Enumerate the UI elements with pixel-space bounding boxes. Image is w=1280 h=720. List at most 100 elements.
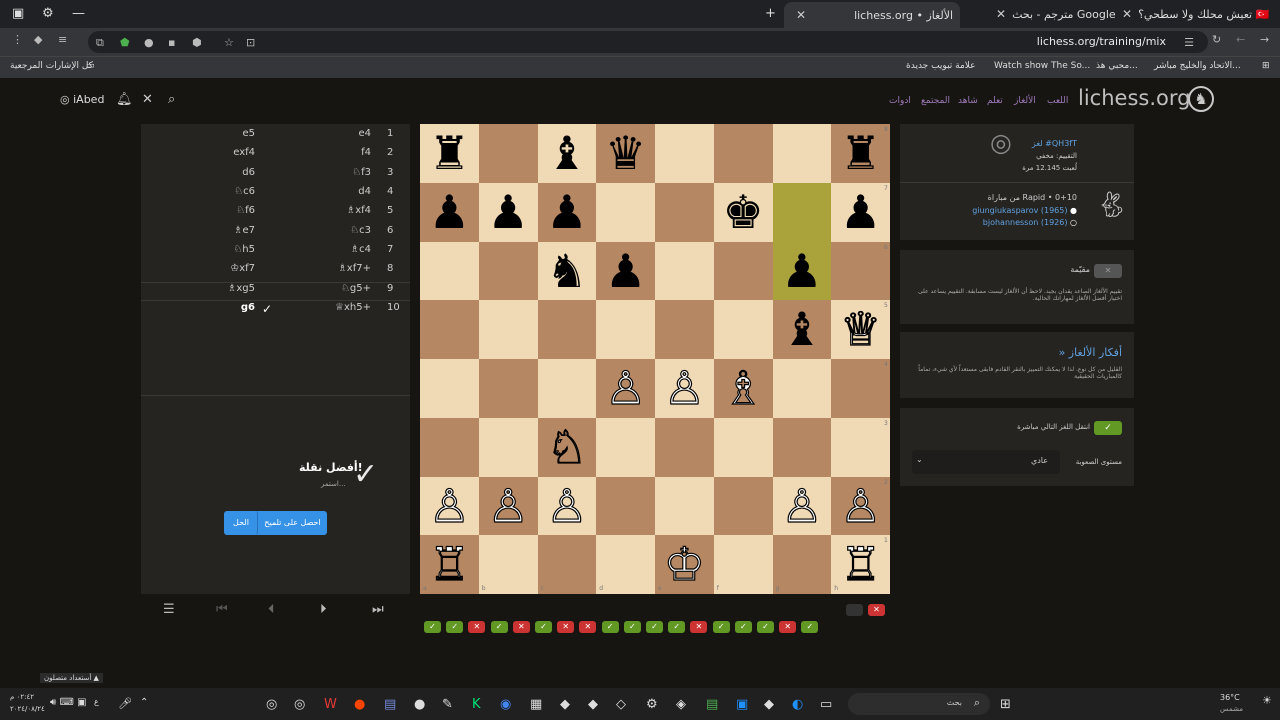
next-move-icon[interactable]: ⏵ [320, 602, 327, 617]
square-e2[interactable] [655, 476, 714, 536]
square-d7[interactable] [596, 182, 655, 242]
app-icon[interactable]: ✎ [442, 697, 453, 712]
reddit-icon[interactable]: ● [354, 697, 365, 712]
piece-a7[interactable]: ♟ [420, 183, 479, 242]
square-h6[interactable] [831, 241, 890, 301]
square-d5[interactable] [596, 300, 655, 359]
discord-icon[interactable]: ▤ [384, 697, 396, 712]
piece-h1[interactable]: ♖ [831, 535, 890, 594]
square-a6[interactable] [420, 241, 479, 301]
extension-icon[interactable]: ● [144, 36, 154, 49]
app-icon[interactable]: ◈ [676, 697, 686, 712]
address-bar[interactable]: ⧉ ⬟ ● ▪ ⬢ ☆ ⊡ lichess.org/training/mix ☰ [88, 31, 1208, 53]
extension-icon[interactable]: ⧉ [96, 36, 104, 50]
weather-icon[interactable]: ☀ [1262, 694, 1272, 707]
piece-b7[interactable]: ♟ [479, 183, 538, 242]
square-g1[interactable] [772, 535, 832, 594]
result-dot[interactable]: ✕ [868, 604, 885, 616]
app-icon[interactable]: ◇ [616, 697, 626, 712]
square-c1[interactable] [537, 535, 597, 594]
square-b4[interactable] [478, 359, 538, 418]
apps-icon[interactable]: ⊞ [1262, 61, 1270, 71]
first-move-icon[interactable]: ⏮ [216, 602, 228, 617]
close-icon[interactable]: ✕ [796, 8, 806, 22]
nav-puzzles[interactable]: الألغاز [1014, 96, 1036, 106]
piece-h7[interactable]: ♟ [831, 183, 890, 242]
piece-g2[interactable]: ♙ [773, 477, 832, 536]
app-icon[interactable]: W [324, 697, 337, 712]
rated-toggle[interactable]: ✕ [1094, 264, 1122, 278]
app-icon[interactable]: K [472, 697, 481, 712]
white-move[interactable]: ♕xh5+ [335, 302, 371, 313]
difficulty-select[interactable]: عادي ⌄ [912, 450, 1060, 474]
tab-search-icon[interactable]: ▣ [12, 6, 24, 21]
bookmark-item[interactable]: Watch show The So... [994, 61, 1090, 71]
notification-tag[interactable]: أستعداد متصلون ▲ [40, 673, 103, 683]
app-icon[interactable]: ◎ [294, 697, 305, 712]
player-black[interactable]: bjohannesson (1926) ○ [983, 218, 1077, 227]
search-icon[interactable]: ⌕ [168, 92, 175, 107]
black-move[interactable]: g6 [241, 302, 255, 313]
square-b1[interactable] [478, 535, 538, 594]
install-icon[interactable]: ⊡ [246, 36, 255, 49]
square-b5[interactable] [478, 300, 538, 359]
square-g8[interactable] [772, 124, 832, 183]
result-dot[interactable]: ✕ [557, 621, 575, 633]
white-move[interactable]: ♘c3 [350, 225, 371, 236]
black-move[interactable]: ♗e7 [234, 225, 255, 236]
puzzle-id[interactable]: لغز #QH3fT [1032, 139, 1077, 148]
menu-icon[interactable]: ☰ [163, 602, 175, 617]
bookmark-item[interactable]: علامة تبويب جديدة [906, 61, 976, 71]
result-dot[interactable]: ✓ [424, 621, 441, 633]
tab-lichess[interactable]: ✕ lichess.org • الألغاز [784, 2, 960, 28]
black-move[interactable]: e5 [242, 128, 255, 139]
extension-icon[interactable]: ⬢ [192, 36, 202, 49]
site-settings-icon[interactable]: ☰ [1184, 36, 1194, 49]
folder-icon[interactable]: ▭ [86, 61, 95, 71]
nav-play[interactable]: اللعب [1047, 96, 1068, 106]
result-dot[interactable]: ✓ [668, 621, 686, 633]
white-move[interactable]: f4 [361, 147, 371, 158]
bookmark-item[interactable]: الاتحاد والخليج مباشر... [1154, 61, 1241, 71]
app-icon[interactable]: ◆ [764, 697, 774, 712]
result-dot[interactable] [846, 604, 863, 616]
piece-c3[interactable]: ♘ [538, 418, 597, 477]
square-f8[interactable] [713, 124, 773, 183]
square-e8[interactable] [655, 124, 714, 183]
system-tray-icons[interactable]: 🔊︎ ⌨︎ ▣ [50, 697, 87, 708]
outlook-icon[interactable]: ▣ [736, 697, 748, 712]
square-b3[interactable] [478, 417, 538, 477]
tab-youtube[interactable]: ✕ تعيش محلك ولا سطحي؟ 🇹🇷 [1116, 4, 1269, 24]
taskview-icon[interactable]: ▭ [820, 697, 832, 712]
auto-next-toggle[interactable]: ✓ [1094, 421, 1122, 435]
black-move[interactable]: d6 [242, 167, 255, 178]
piece-g6[interactable]: ♟ [773, 242, 832, 301]
square-a4[interactable] [420, 359, 479, 418]
result-dot[interactable]: ✕ [512, 621, 530, 633]
piece-c7[interactable]: ♟ [538, 183, 597, 242]
minimize-icon[interactable]: — [72, 6, 85, 21]
edge-icon[interactable]: ◐ [792, 697, 803, 712]
piece-b2[interactable]: ♙ [479, 477, 538, 536]
square-f1[interactable] [713, 535, 773, 594]
square-e6[interactable] [655, 241, 714, 301]
result-dot[interactable]: ✓ [446, 621, 464, 633]
piece-h2[interactable]: ♙ [831, 477, 890, 536]
piece-a2[interactable]: ♙ [420, 477, 479, 536]
black-move[interactable]: ♘h5 [233, 244, 255, 255]
extension-icon[interactable]: ▪ [168, 36, 175, 49]
piece-e1[interactable]: ♔ [655, 535, 714, 594]
result-dot[interactable]: ✕ [579, 621, 597, 633]
piece-d6[interactable]: ♟ [596, 242, 655, 301]
piece-a1[interactable]: ♖ [420, 535, 479, 594]
prev-move-icon[interactable]: ⏴ [268, 602, 275, 617]
settings-icon[interactable]: ⚙ [42, 6, 54, 21]
piece-c6[interactable]: ♞ [538, 242, 597, 301]
square-a3[interactable] [420, 417, 479, 477]
square-h3[interactable] [831, 417, 890, 477]
square-g7[interactable] [772, 182, 832, 242]
result-dot[interactable]: ✓ [623, 621, 641, 633]
piece-c8[interactable]: ♝ [538, 124, 597, 183]
piece-f7[interactable]: ♚ [714, 183, 773, 242]
bookmark-item[interactable]: محبي هذ... [1096, 61, 1138, 71]
